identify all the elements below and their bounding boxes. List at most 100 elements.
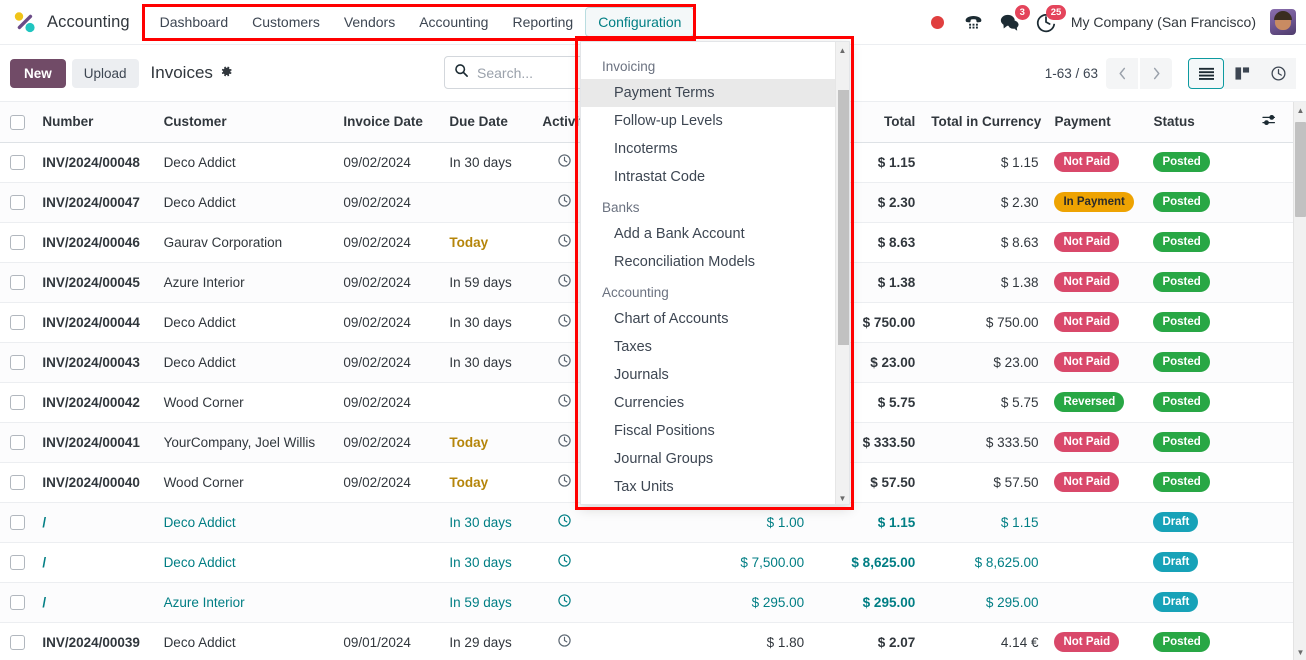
- dropdown-item-fiscal-positions[interactable]: Fiscal Positions: [581, 417, 837, 445]
- cell-customer[interactable]: Deco Addict: [155, 302, 336, 343]
- cell-number[interactable]: INV/2024/00048: [34, 142, 156, 183]
- dropdown-item-chart-of-accounts[interactable]: Chart of Accounts: [581, 305, 837, 333]
- kanban-view-icon[interactable]: [1224, 57, 1260, 89]
- cell-customer[interactable]: Deco Addict: [155, 502, 336, 543]
- cell-customer[interactable]: Gaurav Corporation: [155, 222, 336, 263]
- activity-clock-icon[interactable]: [534, 622, 595, 660]
- row-checkbox[interactable]: [9, 314, 25, 330]
- list-view-icon[interactable]: [1188, 57, 1224, 89]
- cell-customer[interactable]: Wood Corner: [155, 382, 336, 423]
- activity-view-icon[interactable]: [1260, 57, 1296, 89]
- avatar[interactable]: [1270, 9, 1296, 35]
- cell-customer[interactable]: Deco Addict: [155, 622, 336, 660]
- menu-item-dashboard[interactable]: Dashboard: [148, 8, 241, 36]
- column-header-payment[interactable]: Payment: [1046, 102, 1146, 143]
- row-checkbox[interactable]: [9, 274, 25, 290]
- dialpad-phone-icon[interactable]: [963, 11, 985, 33]
- scroll-down-icon[interactable]: ▼: [1294, 644, 1306, 660]
- cell-number[interactable]: INV/2024/00042: [34, 382, 156, 423]
- select-all-checkbox[interactable]: [9, 114, 25, 130]
- menu-item-vendors[interactable]: Vendors: [332, 8, 407, 36]
- new-button[interactable]: New: [10, 58, 66, 88]
- row-checkbox[interactable]: [9, 194, 25, 210]
- table-row[interactable]: / Deco Addict In 30 days $ 1.00 $ 1.15 $ 1.15…: [0, 502, 1293, 543]
- dropdown-item-taxes[interactable]: Taxes: [581, 333, 837, 361]
- record-indicator-icon[interactable]: [927, 11, 949, 33]
- menu-item-customers[interactable]: Customers: [240, 8, 332, 36]
- dropdown-item-tax-units[interactable]: Tax Units: [581, 473, 837, 501]
- cell-customer[interactable]: Deco Addict: [155, 182, 336, 223]
- dropdown-item-intrastat-code[interactable]: Intrastat Code: [581, 163, 837, 191]
- dropdown-item-reconciliation-models[interactable]: Reconciliation Models: [581, 248, 837, 276]
- cell-customer[interactable]: Wood Corner: [155, 462, 336, 503]
- cell-number[interactable]: /: [34, 542, 156, 583]
- dropdown-item-follow-up-levels[interactable]: Follow-up Levels: [581, 107, 837, 135]
- cell-customer[interactable]: Deco Addict: [155, 542, 336, 583]
- column-settings-icon[interactable]: [1246, 102, 1293, 143]
- row-checkbox[interactable]: [9, 434, 25, 450]
- app-brand[interactable]: Accounting: [0, 9, 130, 35]
- dropdown-scroll-down-icon[interactable]: ▼: [836, 490, 849, 504]
- column-header-number[interactable]: Number: [34, 102, 156, 143]
- cell-number[interactable]: INV/2024/00046: [34, 222, 156, 263]
- dropdown-scrollbar[interactable]: ▲ ▼: [835, 42, 849, 504]
- column-header-invoice-date[interactable]: Invoice Date: [335, 102, 442, 143]
- dropdown-item-incoterms[interactable]: Incoterms: [581, 135, 837, 163]
- dropdown-item-journal-groups[interactable]: Journal Groups: [581, 445, 837, 473]
- cell-number[interactable]: /: [34, 502, 156, 543]
- dropdown-scroll-up-icon[interactable]: ▲: [836, 42, 849, 58]
- menu-item-reporting[interactable]: Reporting: [500, 8, 585, 36]
- table-row[interactable]: INV/2024/00039 Deco Addict 09/01/2024 In 29…: [0, 622, 1293, 660]
- column-header-status[interactable]: Status: [1145, 102, 1247, 143]
- row-checkbox[interactable]: [9, 234, 25, 250]
- row-checkbox[interactable]: [9, 594, 25, 610]
- column-header-due-date[interactable]: Due Date: [441, 102, 535, 143]
- cell-number[interactable]: INV/2024/00045: [34, 262, 156, 303]
- chevron-left-icon[interactable]: [1106, 57, 1138, 89]
- page-scrollbar[interactable]: ▲ ▼: [1293, 102, 1306, 660]
- dropdown-item-add-a-bank-account[interactable]: Add a Bank Account: [581, 220, 837, 248]
- cell-customer[interactable]: Deco Addict: [155, 142, 336, 183]
- activity-clock-icon[interactable]: [534, 502, 595, 543]
- cell-number[interactable]: /: [34, 582, 156, 623]
- row-checkbox[interactable]: [9, 474, 25, 490]
- cell-number[interactable]: INV/2024/00047: [34, 182, 156, 223]
- row-checkbox[interactable]: [9, 634, 25, 650]
- row-checkbox[interactable]: [9, 514, 25, 530]
- cell-number[interactable]: INV/2024/00043: [34, 342, 156, 383]
- dropdown-item-currencies[interactable]: Currencies: [581, 389, 837, 417]
- search-input[interactable]: Search...: [477, 65, 533, 81]
- company-switcher[interactable]: My Company (San Francisco): [1071, 14, 1256, 30]
- activity-clock-icon[interactable]: [534, 542, 595, 583]
- cell-number[interactable]: INV/2024/00039: [34, 622, 156, 660]
- column-header-customer[interactable]: Customer: [155, 102, 336, 143]
- dropdown-item-journals[interactable]: Journals: [581, 361, 837, 389]
- cell-number[interactable]: INV/2024/00044: [34, 302, 156, 343]
- cell-customer[interactable]: YourCompany, Joel Willis: [155, 422, 336, 463]
- activity-clock-icon[interactable]: [534, 582, 595, 623]
- table-row[interactable]: / Deco Addict In 30 days $ 7,500.00 $ 8,625.…: [0, 542, 1293, 583]
- gear-icon[interactable]: [220, 65, 233, 81]
- row-checkbox[interactable]: [9, 154, 25, 170]
- chat-bubble-icon[interactable]: 3: [999, 5, 1030, 33]
- clock-activity-icon[interactable]: 25: [1035, 5, 1066, 33]
- cell-number[interactable]: INV/2024/00040: [34, 462, 156, 503]
- column-header-total-in-currency[interactable]: Total in Currency: [923, 102, 1047, 143]
- menu-item-accounting[interactable]: Accounting: [407, 8, 500, 36]
- cell-customer[interactable]: Azure Interior: [155, 262, 336, 303]
- row-checkbox[interactable]: [9, 354, 25, 370]
- row-select-cell: [0, 582, 35, 623]
- chevron-right-icon[interactable]: [1140, 57, 1172, 89]
- menu-item-configuration[interactable]: Configuration: [585, 7, 695, 37]
- cell-number[interactable]: INV/2024/00041: [34, 422, 156, 463]
- page-scrollbar-thumb[interactable]: [1295, 122, 1306, 217]
- cell-customer[interactable]: Deco Addict: [155, 342, 336, 383]
- table-row[interactable]: / Azure Interior In 59 days $ 295.00 $ 295.0…: [0, 582, 1293, 623]
- scroll-up-icon[interactable]: ▲: [1294, 102, 1306, 118]
- dropdown-item-payment-terms[interactable]: Payment Terms: [581, 79, 837, 107]
- dropdown-scrollbar-thumb[interactable]: [838, 90, 849, 345]
- row-checkbox[interactable]: [9, 554, 25, 570]
- row-checkbox[interactable]: [9, 394, 25, 410]
- upload-button[interactable]: Upload: [71, 58, 139, 88]
- cell-customer[interactable]: Azure Interior: [155, 582, 336, 623]
